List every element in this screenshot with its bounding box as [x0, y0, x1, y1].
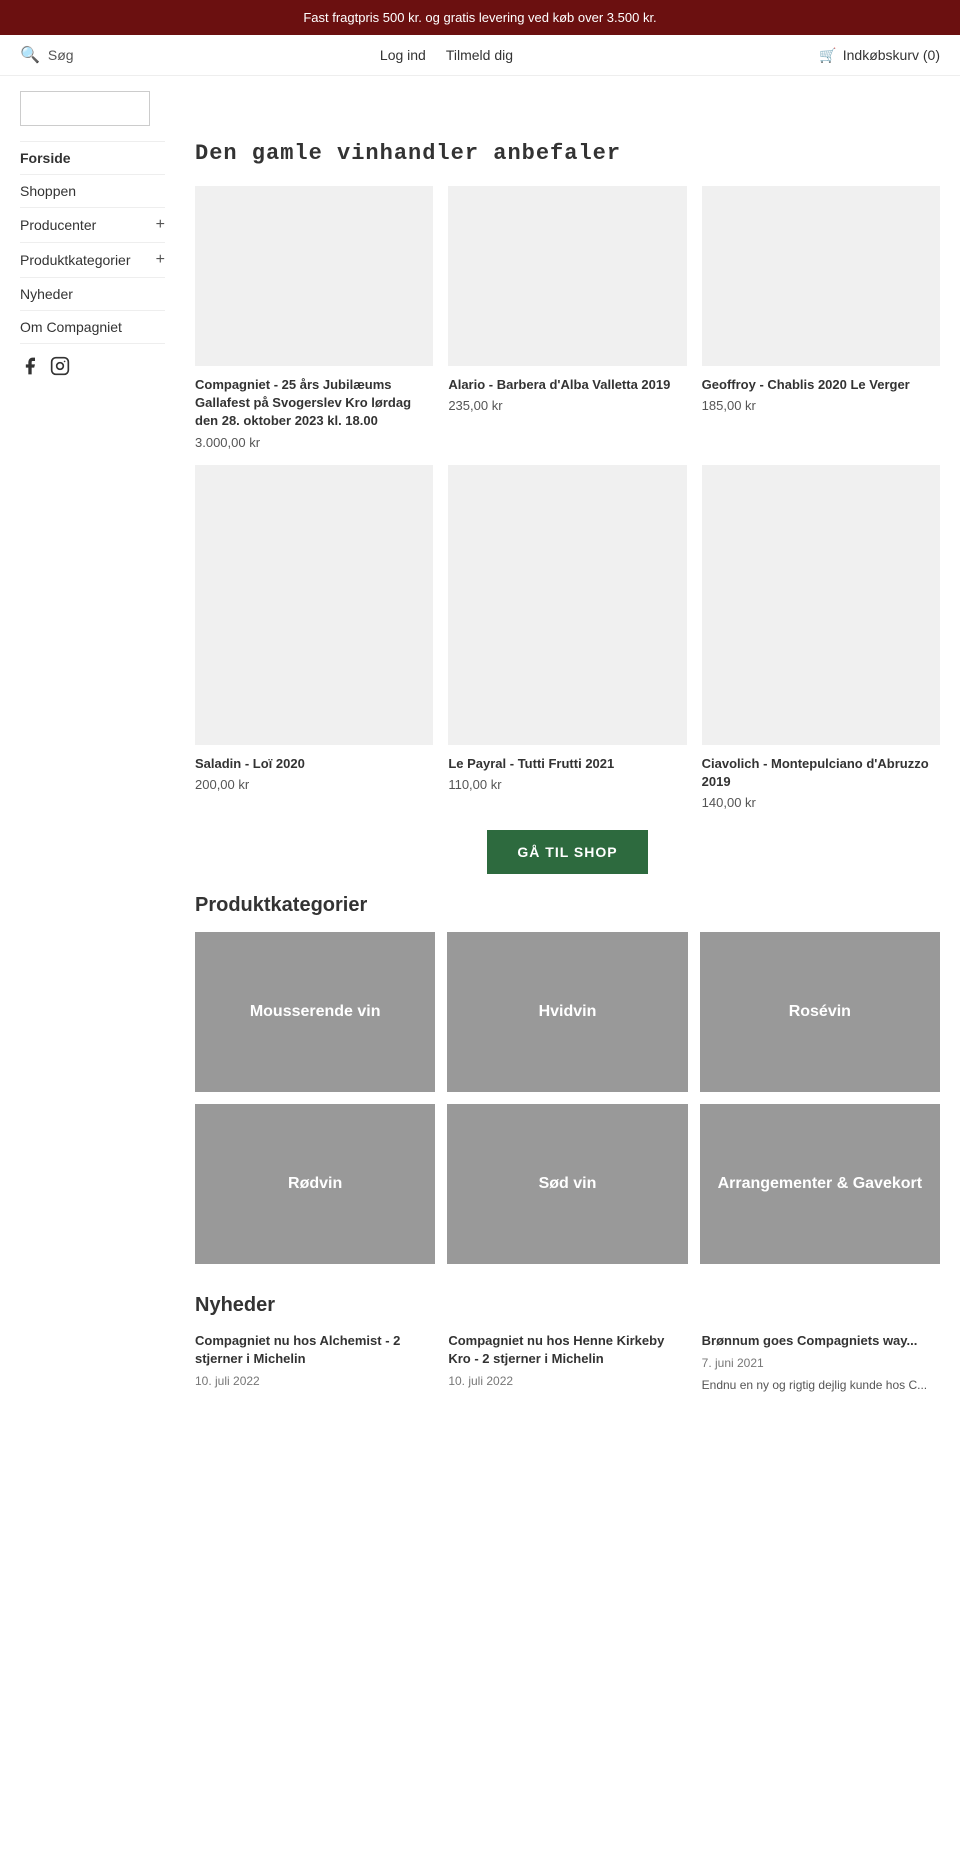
header-nav: Log ind Tilmeld dig: [380, 47, 513, 63]
news-headline-0: Compagniet nu hos Alchemist - 2 stjerner…: [195, 1332, 433, 1368]
header: 🔍 Søg Log ind Tilmeld dig 🛒 Indkøbskurv …: [0, 35, 960, 76]
news-card-2[interactable]: Brønnum goes Compagniets way... 7. juni …: [702, 1332, 940, 1394]
product-grid: Compagniet - 25 års Jubilæums Gallafest …: [195, 186, 940, 810]
news-card-0[interactable]: Compagniet nu hos Alchemist - 2 stjerner…: [195, 1332, 433, 1394]
product-card-4[interactable]: Le Payral - Tutti Frutti 2021 110,00 kr: [448, 465, 686, 810]
product-card-2[interactable]: Geoffroy - Chablis 2020 Le Verger 185,00…: [702, 186, 940, 450]
category-label-1: Hvidvin: [534, 998, 602, 1026]
cart-label: Indkøbskurv (0): [843, 47, 940, 63]
news-excerpt-2: Endnu en ny og rigtig dejlig kunde hos C…: [702, 1376, 940, 1394]
news-headline-2: Brønnum goes Compagniets way...: [702, 1332, 940, 1350]
product-image-5: [702, 465, 940, 745]
main-content: Den gamle vinhandler anbefaler Compagnie…: [175, 131, 940, 1404]
product-card-1[interactable]: Alario - Barbera d'Alba Valletta 2019 23…: [448, 186, 686, 450]
sidebar-label-forside: Forside: [20, 150, 71, 166]
product-name-0: Compagniet - 25 års Jubilæums Gallafest …: [195, 376, 433, 431]
product-price-3: 200,00 kr: [195, 777, 433, 792]
product-image-3: [195, 465, 433, 745]
category-arrangementer-gavekort[interactable]: Arrangementer & Gavekort: [700, 1104, 940, 1264]
product-card-0[interactable]: Compagniet - 25 års Jubilæums Gallafest …: [195, 186, 433, 450]
register-link[interactable]: Tilmeld dig: [446, 47, 513, 63]
sidebar-label-producenter: Producenter: [20, 217, 96, 233]
category-label-4: Sød vin: [534, 1170, 602, 1198]
product-name-3: Saladin - Loï 2020: [195, 755, 433, 773]
search-label[interactable]: Søg: [48, 47, 74, 63]
categories-title: Produktkategorier: [195, 894, 940, 917]
product-image-4: [448, 465, 686, 745]
product-image-2: [702, 186, 940, 366]
news-date-2: 7. juni 2021: [702, 1356, 940, 1370]
sidebar-label-shoppen: Shoppen: [20, 183, 76, 199]
product-name-2: Geoffroy - Chablis 2020 Le Verger: [702, 376, 940, 394]
category-label-3: Rødvin: [283, 1170, 347, 1198]
logo-area: [0, 76, 960, 131]
news-headline-1: Compagniet nu hos Henne Kirkeby Kro - 2 …: [448, 1332, 686, 1368]
header-search-area: 🔍 Søg: [20, 45, 74, 65]
sidebar-label-nyheder: Nyheder: [20, 286, 73, 302]
search-icon[interactable]: 🔍: [20, 45, 40, 65]
product-image-1: [448, 186, 686, 366]
sidebar-item-nyheder[interactable]: Nyheder: [20, 278, 165, 311]
sidebar-item-producenter[interactable]: Producenter +: [20, 208, 165, 243]
product-name-1: Alario - Barbera d'Alba Valletta 2019: [448, 376, 686, 394]
top-banner: Fast fragtpris 500 kr. og gratis leverin…: [0, 0, 960, 35]
category-rodvin[interactable]: Rødvin: [195, 1104, 435, 1264]
go-to-shop-button[interactable]: GÅ TIL SHOP: [487, 830, 647, 874]
category-label-0: Mousserende vin: [245, 998, 386, 1026]
banner-text: Fast fragtpris 500 kr. og gratis leverin…: [303, 10, 656, 25]
facebook-icon[interactable]: [20, 356, 40, 381]
recommendations-title: Den gamle vinhandler anbefaler: [195, 141, 940, 166]
logo[interactable]: [20, 91, 150, 126]
login-link[interactable]: Log ind: [380, 47, 426, 63]
news-date-0: 10. juli 2022: [195, 1374, 433, 1388]
sidebar-item-om-compagniet[interactable]: Om Compagniet: [20, 311, 165, 344]
news-grid: Compagniet nu hos Alchemist - 2 stjerner…: [195, 1332, 940, 1394]
category-label-2: Rosévin: [784, 998, 856, 1026]
product-card-3[interactable]: Saladin - Loï 2020 200,00 kr: [195, 465, 433, 810]
cart-area[interactable]: 🛒 Indkøbskurv (0): [819, 47, 940, 64]
product-image-0: [195, 186, 433, 366]
producenter-plus-icon: +: [156, 216, 165, 234]
sidebar-item-shoppen[interactable]: Shoppen: [20, 175, 165, 208]
cart-icon: 🛒: [819, 47, 836, 64]
product-price-2: 185,00 kr: [702, 398, 940, 413]
news-title: Nyheder: [195, 1294, 940, 1317]
main-layout: Forside Shoppen Producenter + Produktkat…: [0, 131, 960, 1404]
category-hvidvin[interactable]: Hvidvin: [447, 932, 687, 1092]
sidebar-item-forside[interactable]: Forside: [20, 141, 165, 175]
sidebar-label-produktkategorier: Produktkategorier: [20, 252, 131, 268]
product-name-4: Le Payral - Tutti Frutti 2021: [448, 755, 686, 773]
go-to-shop-container: GÅ TIL SHOP: [195, 830, 940, 874]
sidebar-label-om-compagniet: Om Compagniet: [20, 319, 122, 335]
category-mousserende-vin[interactable]: Mousserende vin: [195, 932, 435, 1092]
product-name-5: Ciavolich - Montepulciano d'Abruzzo 2019: [702, 755, 940, 791]
product-price-1: 235,00 kr: [448, 398, 686, 413]
product-price-5: 140,00 kr: [702, 795, 940, 810]
category-rosevin[interactable]: Rosévin: [700, 932, 940, 1092]
category-grid: Mousserende vin Hvidvin Rosévin Rødvin S…: [195, 932, 940, 1264]
sidebar-item-produktkategorier[interactable]: Produktkategorier +: [20, 243, 165, 278]
product-card-5[interactable]: Ciavolich - Montepulciano d'Abruzzo 2019…: [702, 465, 940, 810]
product-price-0: 3.000,00 kr: [195, 435, 433, 450]
category-label-5: Arrangementer & Gavekort: [713, 1170, 928, 1198]
sidebar: Forside Shoppen Producenter + Produktkat…: [20, 131, 175, 1404]
product-price-4: 110,00 kr: [448, 777, 686, 792]
produktkategorier-plus-icon: +: [156, 251, 165, 269]
social-links: [20, 356, 165, 381]
instagram-icon[interactable]: [50, 356, 70, 381]
category-sod-vin[interactable]: Sød vin: [447, 1104, 687, 1264]
news-card-1[interactable]: Compagniet nu hos Henne Kirkeby Kro - 2 …: [448, 1332, 686, 1394]
news-date-1: 10. juli 2022: [448, 1374, 686, 1388]
